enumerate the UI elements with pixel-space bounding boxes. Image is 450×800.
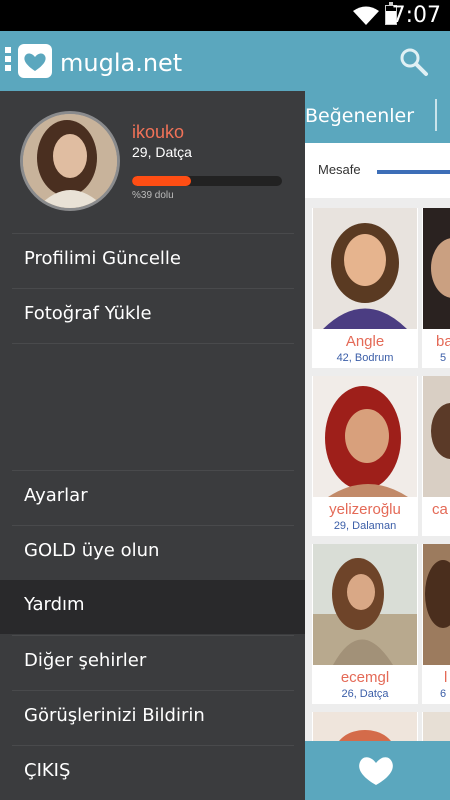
user-card[interactable]: yelizeroğlu 29, Dalaman: [312, 376, 418, 536]
menu-item-settings[interactable]: Ayarlar: [12, 470, 294, 524]
menu-item-label: Ayarlar: [24, 485, 88, 506]
menu-item-update-profile[interactable]: Profilimi Güncelle: [12, 233, 294, 287]
bottom-bar: [305, 741, 450, 800]
user-photo: [423, 544, 450, 665]
navigation-drawer: ikouko 29, Datça %39 dolu Profilimi Günc…: [0, 91, 305, 800]
user-meta: 42, Bodrum: [336, 352, 394, 364]
user-photo: [313, 376, 417, 497]
user-name: Angle: [345, 333, 385, 350]
menu-item-feedback[interactable]: Görüşlerinizi Bildirin: [12, 690, 294, 744]
menu-item-label: Profilimi Güncelle: [24, 248, 181, 269]
user-meta: 29, Dalaman: [333, 520, 397, 532]
user-name: ba: [436, 333, 450, 350]
distance-filter: Mesafe: [305, 143, 450, 198]
avatar[interactable]: [20, 111, 120, 211]
user-card[interactable]: l 6: [422, 544, 450, 704]
profile-name[interactable]: ikouko: [132, 122, 184, 143]
tab-divider: [435, 99, 437, 131]
wifi-icon: [353, 6, 379, 25]
menu-item-label: GOLD üye olun: [24, 540, 160, 561]
menu-item-gold[interactable]: GOLD üye olun: [12, 525, 294, 579]
user-name: l: [444, 669, 448, 686]
user-photo: [313, 544, 417, 665]
user-photo: [423, 208, 450, 329]
menu-item-label: Diğer şehirler: [24, 650, 147, 671]
menu-item-label: Fotoğraf Yükle: [24, 303, 152, 324]
action-bar: mugla.net: [0, 31, 450, 91]
user-card[interactable]: ecemgl 26, Datça: [312, 544, 418, 704]
search-icon[interactable]: [399, 47, 429, 77]
profile-location: 29, Datça: [132, 144, 192, 160]
user-name: ecemgl: [340, 669, 390, 686]
user-card[interactable]: ca: [422, 376, 450, 536]
user-meta: 26, Datça: [341, 688, 389, 700]
user-name: ca: [432, 501, 448, 518]
menu-item-upload-photo[interactable]: Fotoğraf Yükle: [12, 288, 294, 342]
profile-completion-bar: [132, 176, 282, 186]
status-time: 7:07: [391, 3, 441, 28]
user-photo: [313, 208, 417, 329]
user-card[interactable]: Angle 42, Bodrum: [312, 208, 418, 368]
tab-likers[interactable]: Beğenenler: [305, 105, 414, 127]
menu-item-help[interactable]: Yardım: [0, 580, 305, 634]
menu-divider: [12, 343, 294, 344]
app-logo-icon[interactable]: [18, 44, 52, 78]
drawer-toggle-icon[interactable]: [5, 47, 11, 74]
user-meta: 5: [440, 352, 447, 364]
user-meta: 6: [440, 688, 447, 700]
tab-bar: Beğenenler: [305, 91, 450, 143]
profile-completion-text: %39 dolu: [132, 190, 174, 201]
menu-item-logout[interactable]: ÇIKIŞ: [12, 745, 294, 799]
distance-label: Mesafe: [318, 162, 361, 177]
app-title: mugla.net: [60, 49, 183, 77]
user-name: yelizeroğlu: [329, 501, 401, 518]
distance-slider[interactable]: [377, 170, 450, 174]
menu-item-other-cities[interactable]: Diğer şehirler: [12, 635, 294, 689]
menu-item-label: Yardım: [24, 594, 85, 615]
user-photo: [423, 376, 450, 497]
status-bar: 7:07: [0, 0, 450, 31]
user-card[interactable]: ba 5: [422, 208, 450, 368]
menu-item-label: ÇIKIŞ: [24, 760, 71, 781]
main-content: Beğenenler Mesafe Angle 42, Bodrum ba 5: [305, 91, 450, 800]
menu-item-label: Görüşlerinizi Bildirin: [24, 705, 205, 726]
heart-icon[interactable]: [355, 753, 397, 787]
